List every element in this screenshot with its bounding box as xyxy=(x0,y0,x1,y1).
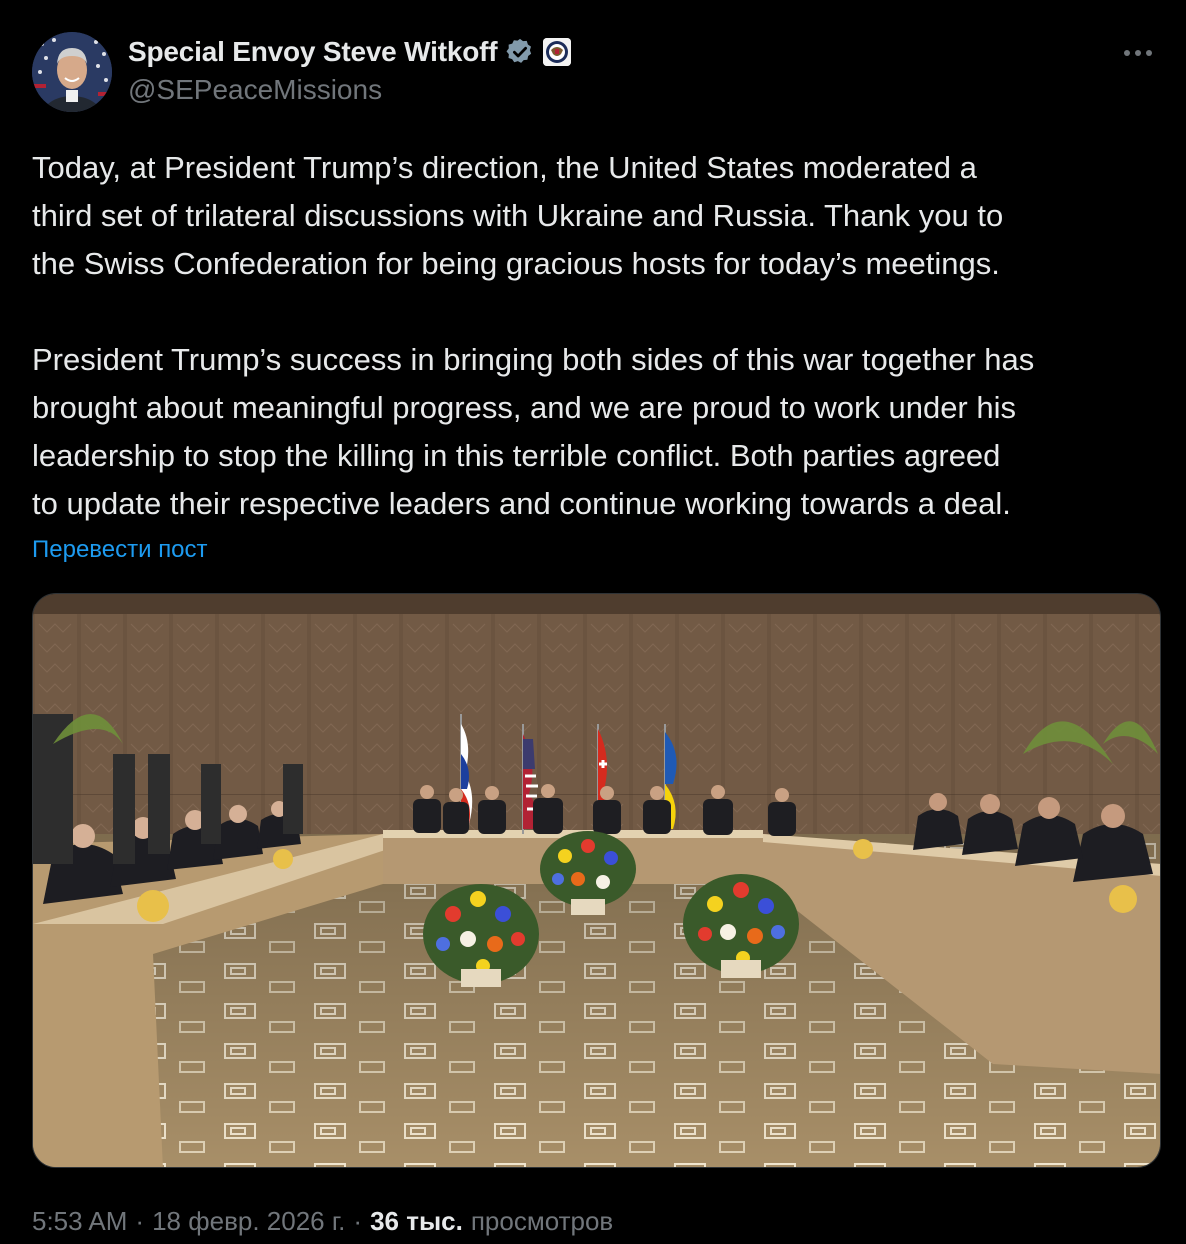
avatar-image xyxy=(32,32,112,112)
tweet: Special Envoy Steve Witkoff @SEPeaceMiss… xyxy=(0,0,1186,1244)
author-handle[interactable]: @SEPeaceMissions xyxy=(128,74,571,106)
tweet-time[interactable]: 5:53 AM xyxy=(32,1206,127,1237)
tweet-paragraph-2: President Trump’s success in bringing bo… xyxy=(32,342,1035,521)
tweet-date[interactable]: 18 февр. 2026 г. xyxy=(152,1206,345,1237)
translate-post-link[interactable]: Перевести пост xyxy=(32,536,208,564)
conference-room-meeting-photo xyxy=(33,594,1160,1167)
tweet-paragraph-1: Today, at President Trump’s direction, t… xyxy=(32,150,1004,281)
author-avatar[interactable] xyxy=(32,32,112,112)
tweet-meta: 5:53 AM · 18 февр. 2026 г. · 36 тыс. про… xyxy=(32,1206,613,1237)
us-department-of-state-seal-icon[interactable] xyxy=(543,38,572,66)
tweet-text: Today, at President Trump’s direction, t… xyxy=(32,144,1172,528)
views-count[interactable]: 36 тыс. xyxy=(370,1206,463,1237)
more-horizontal-icon[interactable] xyxy=(1118,38,1158,68)
meta-separator: · xyxy=(353,1206,363,1236)
name-row: Special Envoy Steve Witkoff xyxy=(128,34,572,70)
verified-badge-icon[interactable] xyxy=(505,37,535,67)
meta-separator: · xyxy=(135,1206,145,1236)
views-label: просмотров xyxy=(470,1206,614,1236)
author-display-name[interactable]: Special Envoy Steve Witkoff xyxy=(128,36,498,68)
tweet-media-photo[interactable] xyxy=(32,593,1161,1168)
author-header: Special Envoy Steve Witkoff @SEPeaceMiss… xyxy=(128,34,572,106)
